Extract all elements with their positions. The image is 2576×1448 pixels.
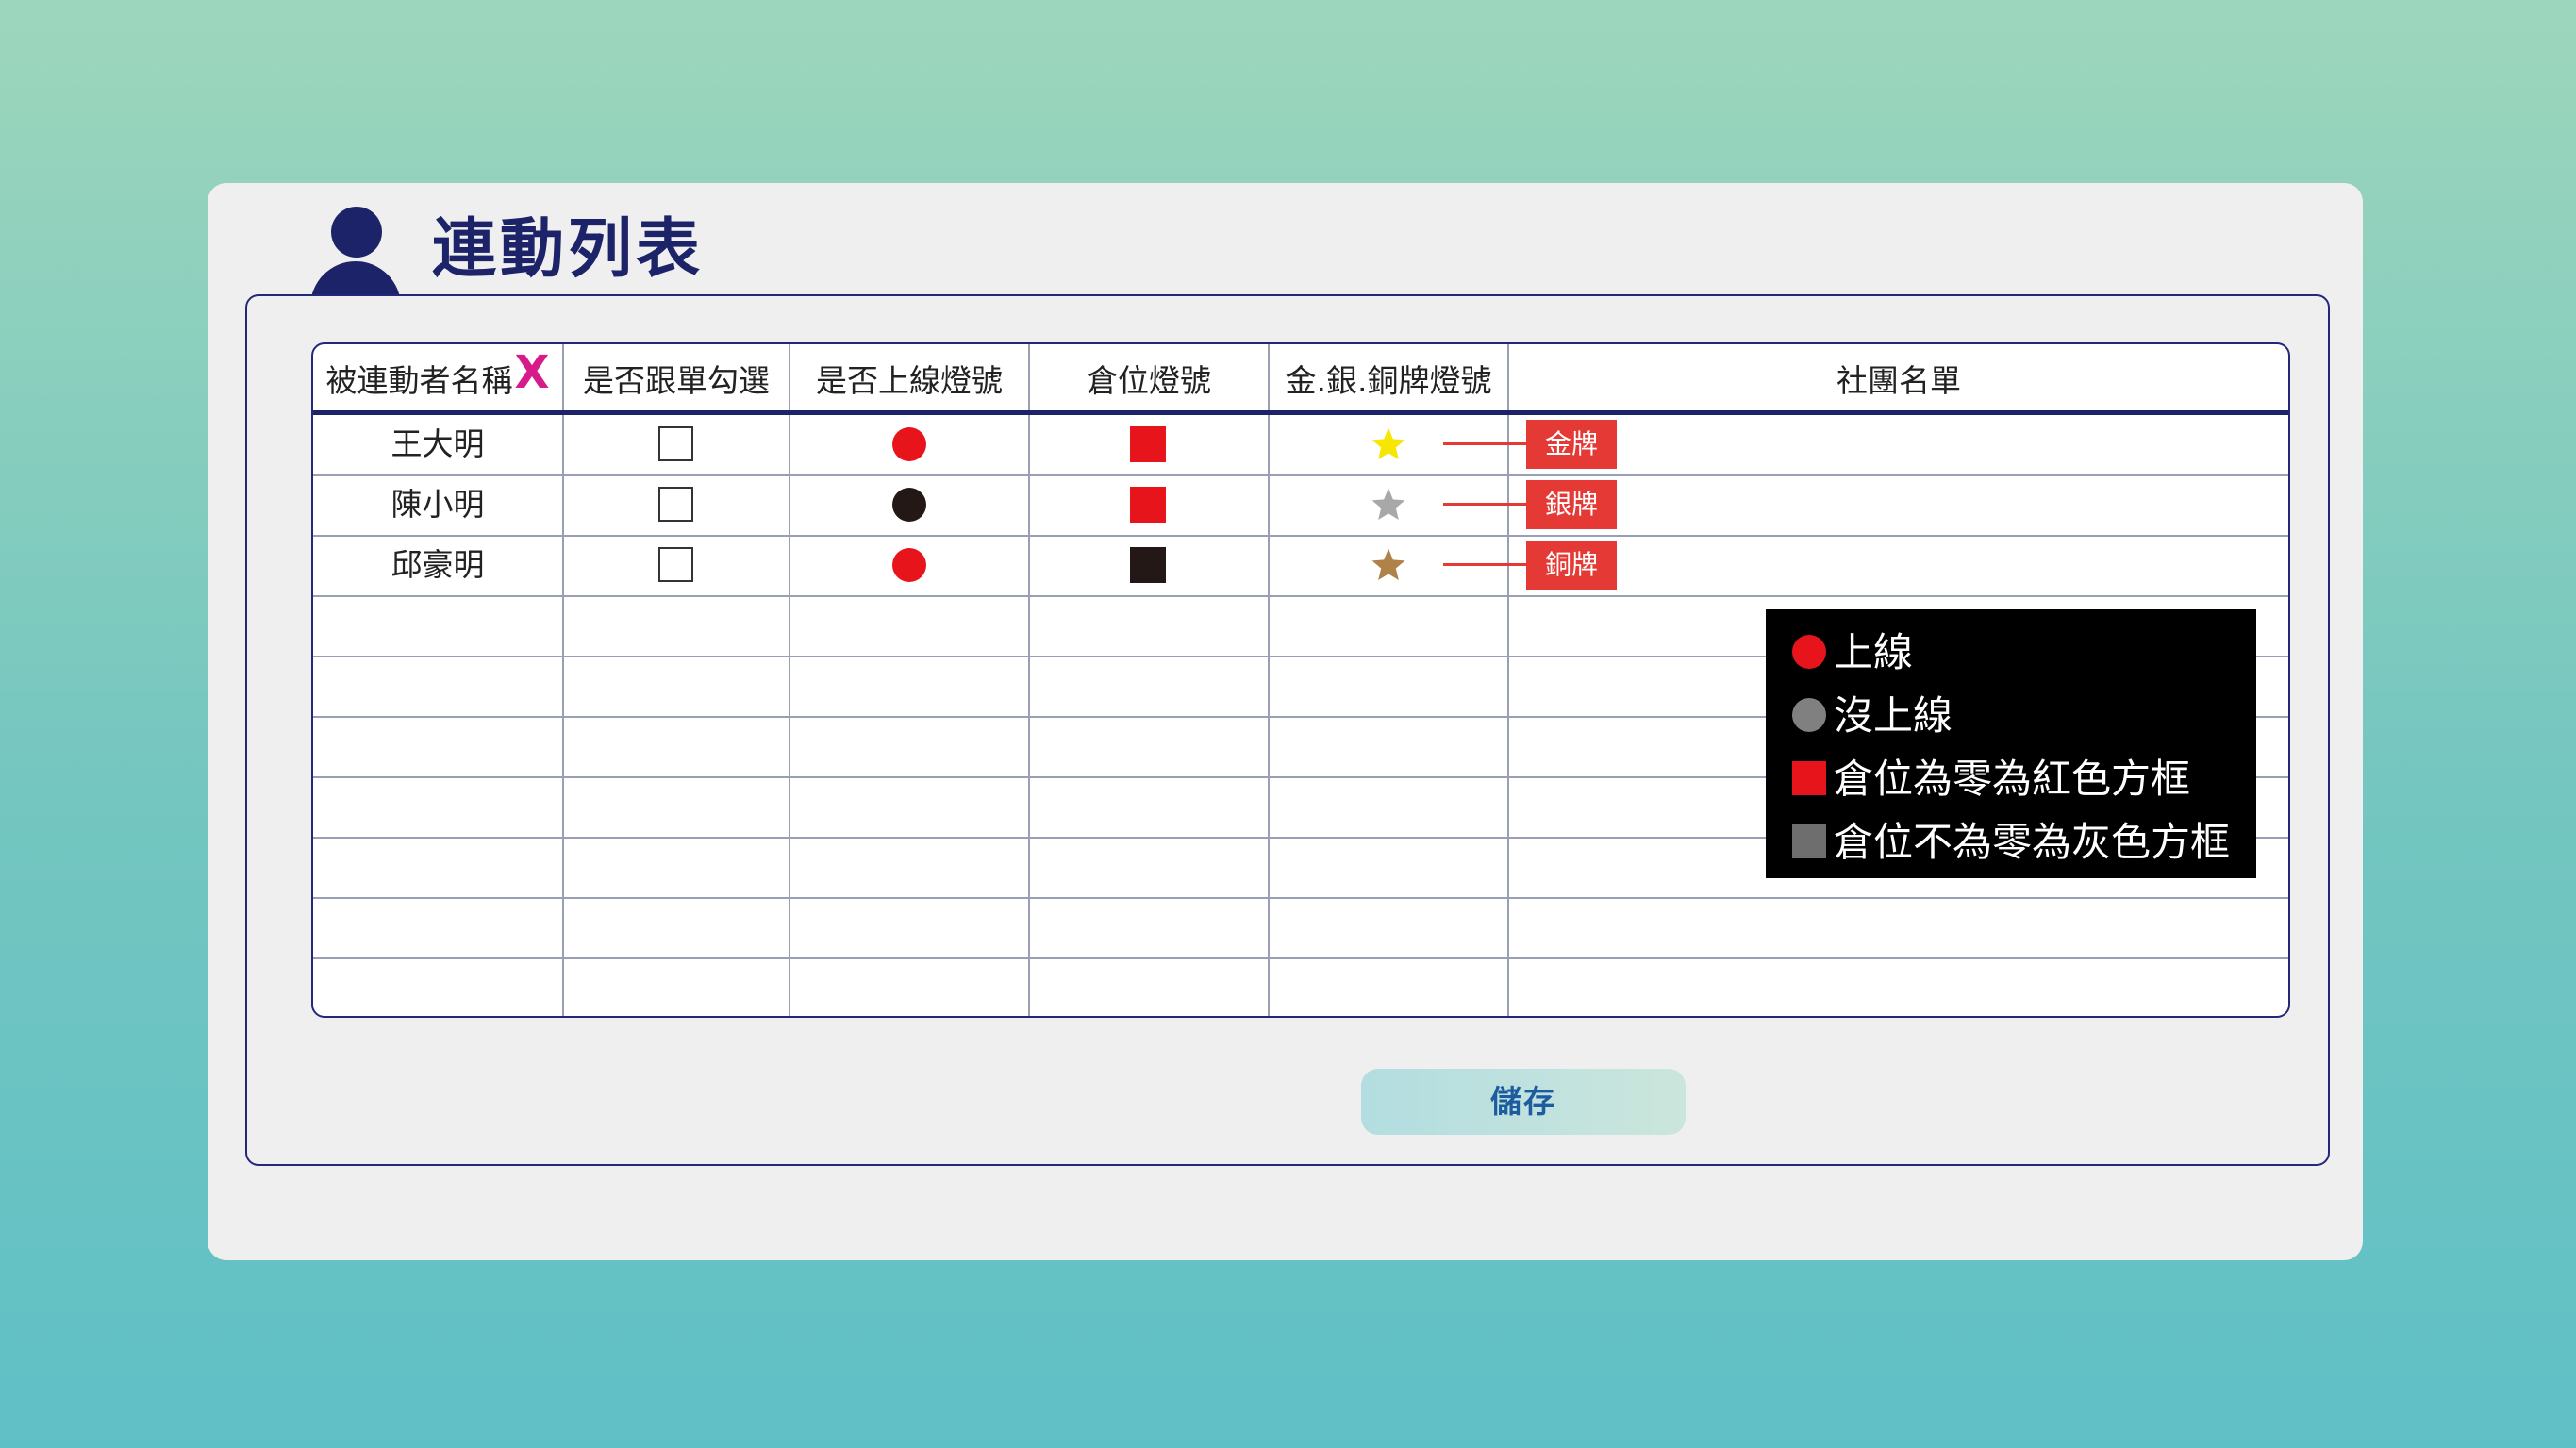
- row-divider: [313, 957, 2288, 959]
- medal-connector: [1443, 563, 1528, 566]
- online-red-dot-icon: [892, 427, 926, 461]
- legend-box: 上線 沒上線 倉位為零為紅色方框 倉位不為零為灰色方框: [1766, 609, 2256, 878]
- row-divider: [313, 474, 2288, 476]
- x-mark-icon: X: [514, 346, 550, 399]
- red-circle-icon: [1792, 634, 1826, 669]
- gray-circle-icon: [1792, 697, 1826, 732]
- red-square-icon: [1792, 760, 1826, 795]
- row-divider: [313, 897, 2288, 899]
- follow-checkbox[interactable]: [658, 547, 693, 582]
- gold-medal-badge: 金牌: [1526, 420, 1617, 469]
- header-online-light: 是否上線燈號: [816, 362, 1003, 399]
- gray-square-icon: [1792, 824, 1826, 858]
- row-name: 王大明: [391, 425, 485, 462]
- follow-checkbox[interactable]: [658, 426, 693, 461]
- legend-item-nonzero-position: 倉位不為零為灰色方框: [1792, 814, 2230, 871]
- follow-checkbox[interactable]: [658, 487, 693, 522]
- user-icon: [308, 203, 403, 307]
- header-club-list: 社團名單: [1836, 362, 1961, 399]
- position-red-square-icon: [1130, 487, 1166, 523]
- legend-item-zero-position: 倉位為零為紅色方框: [1792, 751, 2190, 807]
- column-divider: [1268, 344, 1270, 1016]
- header-follow-check: 是否跟單勾選: [583, 362, 770, 399]
- save-button[interactable]: 儲存: [1361, 1069, 1686, 1135]
- legend-item-online: 上線: [1792, 624, 1913, 681]
- silver-medal-badge: 銀牌: [1526, 480, 1617, 529]
- online-black-dot-icon: [892, 488, 926, 522]
- page-title: 連動列表: [432, 212, 705, 287]
- column-divider: [789, 344, 790, 1016]
- medal-connector: [1443, 503, 1528, 506]
- header-rule: [313, 410, 2288, 415]
- row-name: 邱豪明: [391, 546, 485, 583]
- position-red-square-icon: [1130, 426, 1166, 462]
- header-name: 被連動者名稱X: [325, 346, 550, 399]
- bronze-medal-badge: 銅牌: [1526, 541, 1617, 590]
- silver-star-icon: [1371, 488, 1405, 520]
- column-divider: [562, 344, 564, 1016]
- header-medal-light: 金.銀.銅牌燈號: [1285, 362, 1492, 399]
- online-red-dot-icon: [892, 548, 926, 582]
- row-divider: [313, 535, 2288, 537]
- medal-connector: [1443, 442, 1528, 445]
- gold-star-icon: [1371, 427, 1405, 459]
- row-name: 陳小明: [391, 486, 485, 523]
- bronze-star-icon: [1371, 548, 1405, 580]
- header-position-light: 倉位燈號: [1087, 362, 1211, 399]
- column-divider: [1028, 344, 1030, 1016]
- row-divider: [313, 595, 2288, 597]
- position-black-square-icon: [1130, 547, 1166, 583]
- legend-item-offline: 沒上線: [1792, 688, 1953, 744]
